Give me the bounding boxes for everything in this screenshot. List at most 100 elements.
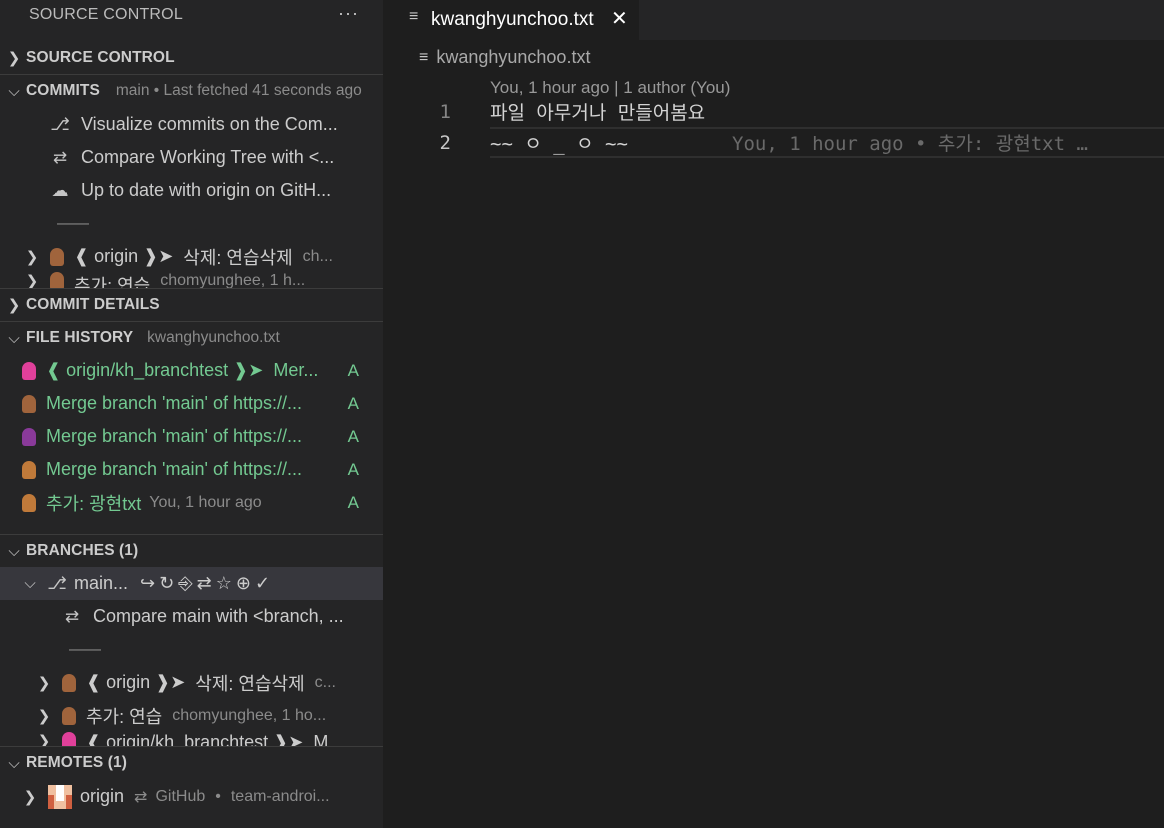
section-remotes[interactable]: ⌵ REMOTES (1) xyxy=(0,746,383,779)
file-history-message: Merge branch 'main' of https://... xyxy=(46,426,302,446)
pull-request-icon[interactable]: ⎆ xyxy=(178,573,192,594)
commits-item-visualize[interactable]: ⎇ Visualize commits on the Com... xyxy=(0,108,383,141)
chevron-right-icon: ❯ xyxy=(25,273,39,288)
remote-name: origin xyxy=(80,786,125,806)
chevron-right-icon: ❯ xyxy=(37,707,51,725)
section-commit-details[interactable]: ❯ COMMIT DETAILS xyxy=(0,288,383,321)
commits-item-uptodate[interactable]: ☁ Up to date with origin on GitH... xyxy=(0,174,383,207)
commit-message: 삭제: 연습삭제 xyxy=(195,673,305,694)
file-history-description: kwanghyunchoo.txt xyxy=(147,329,280,346)
avatar xyxy=(62,732,76,746)
chevron-down-icon: ⌵ xyxy=(8,754,20,772)
section-title-source-control: SOURCE CONTROL xyxy=(26,48,175,66)
compare-icon: ⇄ xyxy=(64,606,80,626)
text-file-icon: ≡ xyxy=(409,8,419,25)
chevron-down-icon: ⌵ xyxy=(8,82,20,100)
source-control-sidebar: SOURCE CONTROL ··· ❯ SOURCE CONTROL ⌵ CO… xyxy=(0,0,383,828)
file-history-row[interactable]: Merge branch 'main' of https://... A xyxy=(0,387,383,420)
branch-main-row[interactable]: ⌵ ⎇ main... ↪ ↻ ⎆ ⇄ ☆ ⊕ ✓ xyxy=(0,567,383,600)
branch-name: main... xyxy=(74,573,129,593)
avatar xyxy=(22,361,36,380)
file-history-row[interactable]: Merge branch 'main' of https://... A xyxy=(0,420,383,453)
chevron-down-icon: ⌵ xyxy=(8,542,20,560)
codelens-blame[interactable]: You, 1 hour ago | 1 author (You) xyxy=(490,78,730,98)
checkmark-icon[interactable]: ✓ xyxy=(255,573,270,594)
file-history-row[interactable]: Merge branch 'main' of https://... A xyxy=(0,453,383,486)
status-badge: A xyxy=(347,492,359,512)
commit-message: 추가: 연습 xyxy=(86,706,163,727)
remote-repo: team-androi... xyxy=(230,787,330,805)
branch-commit-row[interactable]: ❯ ❰ origin ❱➤ 삭제: 연습삭제 c... xyxy=(0,666,383,699)
sync-icon[interactable]: ↻ xyxy=(159,573,174,594)
section-title-remotes: REMOTES (1) xyxy=(26,754,127,771)
code-line[interactable]: 1 파일 아무거나 만들어봄요 xyxy=(383,96,1164,127)
status-badge: A xyxy=(347,426,359,446)
commit-meta: c... xyxy=(314,673,336,691)
avatar xyxy=(22,493,36,512)
avatar xyxy=(62,706,76,725)
compare-icon[interactable]: ⇄ xyxy=(197,573,212,594)
commit-message: M... xyxy=(313,732,344,746)
file-history-message: Mer... xyxy=(273,360,319,380)
commit-meta: chomyunghee, 1 h... xyxy=(160,272,306,288)
tab-kwanghyunchoo[interactable]: ≡ kwanghyunchoo.txt ✕ xyxy=(383,0,639,40)
compare-icon: ⇄ xyxy=(52,147,68,167)
branch-icon: ⎇ xyxy=(47,573,67,593)
avatar xyxy=(22,394,36,413)
commits-item-label: Compare Working Tree with <... xyxy=(81,147,335,167)
commits-item-compare[interactable]: ⇄ Compare Working Tree with <... xyxy=(0,141,383,174)
chevron-right-icon: ❯ xyxy=(37,733,51,746)
remote-bullet: • xyxy=(215,787,221,805)
code-line[interactable]: 2 ~~ ㅇ _ ㅇ ~~ You, 1 hour ago • 추가: 광현tx… xyxy=(383,127,1164,158)
globe-icon[interactable]: ⊕ xyxy=(236,573,251,594)
switch-icon[interactable]: ↪ xyxy=(140,573,155,594)
commits-description: main • Last fetched 41 seconds ago xyxy=(115,82,362,99)
more-actions-icon[interactable]: ··· xyxy=(338,3,359,24)
branch-commit-row[interactable]: ❯ ❰ origin/kh_branchtest ❱➤ M... xyxy=(0,732,383,746)
tab-bar: ≡ kwanghyunchoo.txt ✕ xyxy=(383,0,1164,40)
section-title-commits: COMMITS xyxy=(26,82,100,99)
branch-compare-label: Compare main with <branch, ... xyxy=(93,606,344,626)
commits-item-label: Up to date with origin on GitH... xyxy=(81,180,332,200)
file-history-row[interactable]: ❰ origin/kh_branchtest ❱➤ Mer... A xyxy=(0,354,383,387)
git-graph-icon: ⎇ xyxy=(50,114,70,134)
breadcrumb[interactable]: ≡ kwanghyunchoo.txt xyxy=(419,47,590,68)
remote-avatar xyxy=(48,784,72,809)
remote-origin-row[interactable]: ❯ origin ⇄ GitHub • team-androi... xyxy=(0,780,383,813)
file-history-row[interactable]: 추가: 광현txt You, 1 hour ago A xyxy=(0,486,383,519)
commit-meta: chomyunghee, 1 ho... xyxy=(172,706,327,724)
line-text: ~~ ㅇ _ ㅇ ~~ xyxy=(490,133,628,155)
chevron-right-icon: ❯ xyxy=(7,297,21,314)
avatar xyxy=(62,673,76,692)
commit-row[interactable]: ❯ ❰ origin ❱➤ 삭제: 연습삭제 ch... xyxy=(0,240,383,273)
section-title-branches: BRANCHES (1) xyxy=(26,542,139,559)
chevron-right-icon: ❯ xyxy=(7,49,21,67)
star-icon[interactable]: ☆ xyxy=(216,573,232,594)
commit-ref: ❰ origin/kh_branchtest ❱➤ xyxy=(86,732,304,746)
file-history-meta: You, 1 hour ago xyxy=(149,493,262,511)
line-number: 1 xyxy=(439,100,451,123)
commit-message: 삭제: 연습삭제 xyxy=(183,247,293,268)
branch-commit-row[interactable]: ❯ 추가: 연습 chomyunghee, 1 ho... xyxy=(0,699,383,732)
avatar xyxy=(50,247,64,266)
section-commits[interactable]: ⌵ COMMITS main • Last fetched 41 seconds… xyxy=(0,74,383,107)
section-title-file-history: FILE HISTORY xyxy=(26,329,134,346)
commit-ref: ❰ origin ❱➤ xyxy=(74,246,174,266)
close-icon[interactable]: ✕ xyxy=(611,6,628,31)
breadcrumb-file[interactable]: kwanghyunchoo.txt xyxy=(436,47,590,68)
line-text: 파일 아무거나 만들어봄요 xyxy=(490,102,706,124)
commits-item-label: Visualize commits on the Com... xyxy=(81,114,338,134)
branch-separator: —— xyxy=(69,640,101,658)
section-source-control[interactable]: ❯ SOURCE CONTROL xyxy=(0,41,383,74)
commit-ref: ❰ origin ❱➤ xyxy=(86,672,186,692)
section-branches[interactable]: ⌵ BRANCHES (1) xyxy=(0,534,383,567)
section-title-commit-details: COMMIT DETAILS xyxy=(26,296,160,313)
section-file-history[interactable]: ⌵ FILE HISTORY kwanghyunchoo.txt xyxy=(0,321,383,354)
commit-row[interactable]: ❯ 추가: 연습 chomyunghee, 1 h... xyxy=(0,272,383,288)
branch-compare-item[interactable]: ⇄ Compare main with <branch, ... xyxy=(0,600,383,633)
status-badge: A xyxy=(347,393,359,413)
file-history-message: 추가: 광현txt xyxy=(46,493,142,514)
file-history-ref: ❰ origin/kh_branchtest ❱➤ xyxy=(46,360,264,380)
chevron-down-icon: ⌵ xyxy=(8,329,20,347)
chevron-right-icon: ❯ xyxy=(23,788,37,806)
